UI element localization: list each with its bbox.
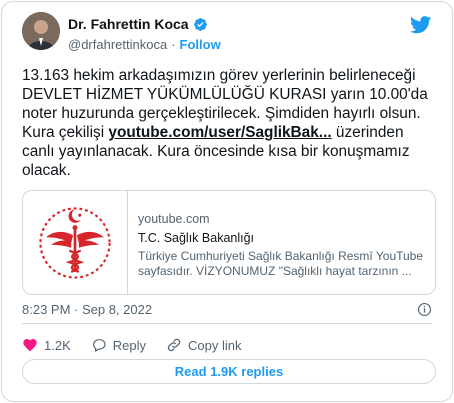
link-card-domain: youtube.com — [138, 212, 210, 226]
like-button[interactable]: 1.2K — [22, 337, 71, 353]
separator-dot: · — [171, 36, 176, 52]
tweet-card: Dr. Fahrettin Koca @drfahrettinkoca · Fo… — [1, 1, 453, 402]
heart-icon — [23, 339, 37, 352]
reply-button[interactable]: Reply — [91, 337, 146, 353]
author-handle[interactable]: @drfahrettinkoca — [68, 37, 167, 52]
reply-label: Reply — [112, 337, 146, 353]
avatar[interactable] — [22, 12, 60, 50]
link-card-description: Türkiye Cumhuriyeti Sağlık Bakanlığı Res… — [138, 249, 424, 278]
ministry-of-health-logo-icon — [39, 206, 111, 279]
read-replies-button[interactable]: Read 1.9K replies — [22, 359, 436, 384]
reply-icon — [92, 339, 106, 353]
tweet-link[interactable]: youtube.com/user/SaglikBak... — [108, 124, 331, 141]
info-icon[interactable] — [417, 302, 432, 317]
author-block: Dr. Fahrettin Koca @drfahrettinkoca · Fo… — [68, 15, 221, 52]
divider — [22, 323, 432, 324]
like-count: 1.2K — [44, 337, 71, 353]
tweet-timestamp[interactable]: 8:23 PM · Sep 8, 2022 — [22, 302, 152, 317]
link-icon — [167, 338, 181, 352]
copy-link-button[interactable]: Copy link — [166, 337, 241, 353]
copy-link-label: Copy link — [188, 337, 242, 353]
twitter-bird-icon[interactable] — [410, 16, 432, 34]
action-bar: 1.2K Reply Copy link — [22, 335, 261, 355]
link-card-title: T.C. Sağlık Bakanlığı — [138, 231, 255, 245]
link-card-thumbnail — [23, 191, 128, 294]
verified-badge-icon — [193, 17, 208, 32]
link-preview-card[interactable]: youtube.com T.C. Sağlık Bakanlığı Türkiy… — [22, 190, 436, 295]
follow-button[interactable]: Follow — [180, 37, 221, 52]
tweet-text: 13.163 hekim arkadaşımızın görev yerleri… — [22, 66, 440, 180]
author-name[interactable]: Dr. Fahrettin Koca — [68, 16, 189, 32]
